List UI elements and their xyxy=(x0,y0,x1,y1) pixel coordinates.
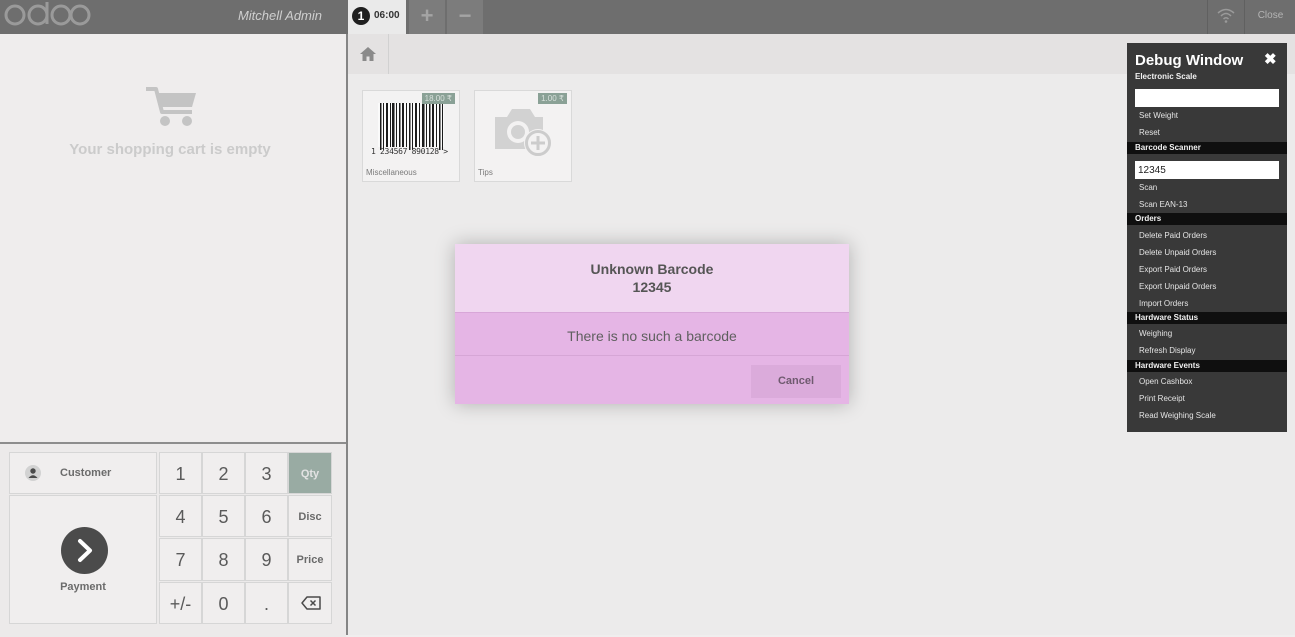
debug-title: Debug Window xyxy=(1135,52,1244,69)
product-name: Miscellaneous xyxy=(366,168,417,177)
order-sequence: 1 xyxy=(352,7,370,25)
numpad-key-5[interactable]: 5 xyxy=(202,495,245,537)
dialog-message: There is no such a barcode xyxy=(567,328,737,344)
product-price: 1.00 ₹ xyxy=(538,93,567,104)
customer-avatar-icon xyxy=(25,465,41,481)
barcode-input[interactable] xyxy=(1135,161,1279,179)
home-button[interactable] xyxy=(348,34,389,74)
product-card-miscellaneous[interactable]: 1 234567 890128 > 18.00 ₹ Miscellaneous xyxy=(362,90,460,182)
barcode-digits: 1 234567 890128 > xyxy=(371,147,448,156)
numpad-key-6[interactable]: 6 xyxy=(245,495,288,537)
top-bar: Mitchell Admin 1 06:00 + − Close xyxy=(0,0,1295,34)
cancel-button[interactable]: Cancel xyxy=(751,365,841,398)
import-orders-button[interactable]: Import Orders xyxy=(1139,299,1188,308)
close-icon[interactable]: ✖ xyxy=(1264,50,1277,68)
payment-button[interactable]: Payment xyxy=(9,495,157,624)
backspace-icon xyxy=(301,596,321,613)
backspace-button[interactable] xyxy=(288,582,332,624)
camera-add-icon xyxy=(491,101,557,164)
customer-label: Customer xyxy=(60,467,112,479)
delete-unpaid-orders-button[interactable]: Delete Unpaid Orders xyxy=(1139,248,1216,257)
section-hardware-events: Hardware Events xyxy=(1127,360,1287,372)
odoo-logo xyxy=(0,0,95,34)
mode-disc-button[interactable]: Disc xyxy=(288,495,332,537)
chevron-right-icon xyxy=(61,527,108,574)
read-weighing-scale-button[interactable]: Read Weighing Scale xyxy=(1139,411,1216,420)
user-name: Mitchell Admin xyxy=(237,8,322,23)
open-cashbox-button[interactable]: Open Cashbox xyxy=(1139,377,1192,386)
numpad-key-sign[interactable]: +/- xyxy=(159,582,202,624)
home-icon xyxy=(359,46,377,67)
wifi-icon[interactable] xyxy=(1207,0,1244,34)
numpad-key-8[interactable]: 8 xyxy=(202,538,245,581)
numpad-key-0[interactable]: 0 xyxy=(202,582,245,624)
numpad-key-9[interactable]: 9 xyxy=(245,538,288,581)
weighing-button[interactable]: Weighing xyxy=(1139,329,1172,338)
section-electronic-scale: Electronic Scale xyxy=(1135,72,1197,81)
mode-qty-button[interactable]: Qty xyxy=(288,452,332,494)
add-order-button[interactable]: + xyxy=(409,0,445,34)
payment-label: Payment xyxy=(60,581,106,593)
empty-cart-message: Your shopping cart is empty xyxy=(69,141,271,158)
product-price: 18.00 ₹ xyxy=(421,93,455,104)
order-time: 06:00 xyxy=(374,10,400,21)
dialog-title: Unknown Barcode xyxy=(590,261,714,277)
section-orders: Orders xyxy=(1127,213,1287,225)
section-hardware-status: Hardware Status xyxy=(1127,312,1287,324)
mode-price-button[interactable]: Price xyxy=(288,538,332,581)
debug-window: Debug Window ✖ Electronic Scale Set Weig… xyxy=(1127,43,1287,432)
section-barcode-scanner: Barcode Scanner xyxy=(1127,142,1287,154)
weight-input[interactable] xyxy=(1135,89,1279,107)
delete-paid-orders-button[interactable]: Delete Paid Orders xyxy=(1139,231,1207,240)
numpad-key-4[interactable]: 4 xyxy=(159,495,202,537)
print-receipt-button[interactable]: Print Receipt xyxy=(1139,394,1185,403)
order-tab[interactable]: 1 06:00 xyxy=(348,0,406,34)
numpad-key-decimal[interactable]: . xyxy=(245,582,288,624)
scan-button[interactable]: Scan xyxy=(1139,183,1157,192)
dialog-header: Unknown Barcode 12345 xyxy=(455,244,849,313)
numpad-key-1[interactable]: 1 xyxy=(159,452,202,494)
export-paid-orders-button[interactable]: Export Paid Orders xyxy=(1139,265,1207,274)
export-unpaid-orders-button[interactable]: Export Unpaid Orders xyxy=(1139,282,1216,291)
product-card-tips[interactable]: 1.00 ₹ Tips xyxy=(474,90,572,182)
set-weight-button[interactable]: Set Weight xyxy=(1139,111,1178,120)
shopping-cart-icon xyxy=(144,84,200,130)
reset-button[interactable]: Reset xyxy=(1139,128,1160,137)
numpad-key-3[interactable]: 3 xyxy=(245,452,288,494)
numpad-key-7[interactable]: 7 xyxy=(159,538,202,581)
scan-ean13-button[interactable]: Scan EAN-13 xyxy=(1139,200,1187,209)
customer-button[interactable]: Customer xyxy=(9,452,157,494)
unknown-barcode-dialog: Unknown Barcode 12345 There is no such a… xyxy=(455,244,849,404)
refresh-display-button[interactable]: Refresh Display xyxy=(1139,346,1195,355)
close-button[interactable]: Close xyxy=(1244,0,1295,34)
product-name: Tips xyxy=(478,168,493,177)
delete-order-button[interactable]: − xyxy=(447,0,483,34)
numpad-key-2[interactable]: 2 xyxy=(202,452,245,494)
dialog-barcode: 12345 xyxy=(632,279,672,295)
dialog-divider xyxy=(455,355,849,356)
